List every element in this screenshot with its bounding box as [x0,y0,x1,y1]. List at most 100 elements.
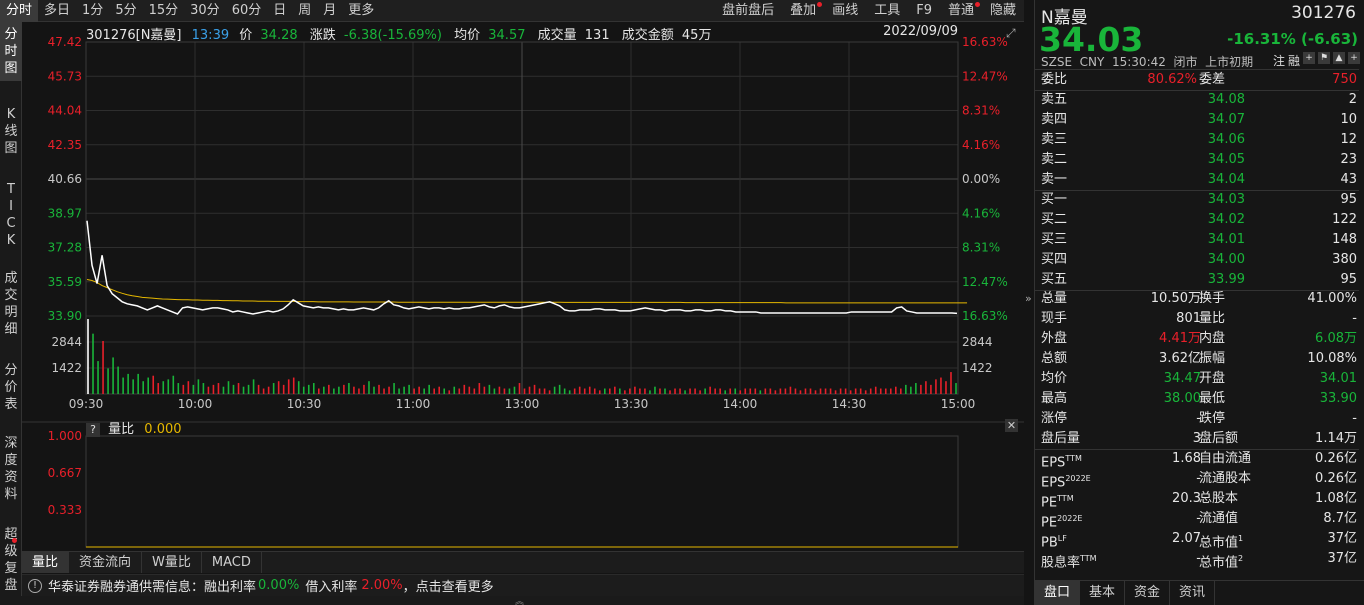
new-badge [12,538,17,543]
meta-icon-5[interactable]: + [1348,52,1360,64]
time-tick: 09:30 [69,397,104,411]
period-tab-7[interactable]: 日 [267,0,292,22]
bid-label: 买四 [1041,252,1068,267]
toolbar-action-4[interactable]: F9 [908,0,940,22]
stat-label: 最高 [1041,391,1068,406]
stat-row: 总额 3.62亿 振幅 10.08% [1035,349,1359,369]
fundamental-row: PETTM 20.3 总股本 1.08亿 [1035,489,1359,510]
view-tab-0[interactable]: 分时图 [0,22,22,81]
sub-chart-border [85,435,959,548]
status-text-2: 借入利率 [305,580,358,595]
avg-price-line [86,279,968,304]
fund-label-sup: 2 [1238,554,1244,563]
panel-tab-1[interactable]: 基本 [1080,581,1126,605]
toolbar-action-6[interactable]: 隐藏 [982,0,1024,22]
ask-label: 卖一 [1041,172,1068,187]
status-rate-1: 0.00% [258,578,300,593]
bid-price: 34.02 [1207,212,1245,227]
toolbar-action-2[interactable]: 画线 [824,0,866,22]
period-tab-0[interactable]: 分时 [0,0,39,22]
toolbar-action-3[interactable]: 工具 [866,0,908,22]
period-tab-5[interactable]: 30分 [184,0,226,22]
toolbar-action-0[interactable]: 盘前盘后 [714,0,782,22]
period-tab-10[interactable]: 更多 [342,0,380,22]
meta-icon-2[interactable]: + [1303,52,1315,64]
panel-tab-0[interactable]: 盘口 [1035,581,1081,605]
period-tab-1[interactable]: 多日 [38,0,76,22]
meta-icon-4[interactable]: ▲ [1333,52,1345,64]
info-change-label: 涨跌 [309,28,336,43]
view-tab-2[interactable]: TICK [0,177,22,253]
price-tick: 37.28 [48,241,82,255]
help-icon[interactable]: ? [86,423,100,437]
view-tab-1[interactable]: K线图 [0,102,22,161]
period-tab-4[interactable]: 15分 [143,0,185,22]
time-tick: 10:00 [178,397,213,411]
indicator-tabs: 量比 资金流向 W量比 MACD [22,551,1024,573]
fundamental-row: PBLF 2.07 总市值1 37亿 [1035,529,1359,550]
period-tab-2[interactable]: 1分 [76,0,109,22]
panel-collapse-gutter[interactable]: » [1024,0,1034,605]
bottom-strip: ︽ [0,596,1024,605]
indicator-tab-1[interactable]: 资金流向 [69,552,143,573]
period-tab-3[interactable]: 5分 [109,0,142,22]
bid-price: 34.00 [1207,252,1245,267]
view-tab-4[interactable]: 分价表 [0,358,22,417]
meta-icon-0[interactable]: 注 [1273,52,1285,69]
period-tab-6[interactable]: 60分 [226,0,268,22]
meta-icon-1[interactable]: 融 [1288,52,1300,69]
indicator-tab-2[interactable]: W量比 [142,552,202,573]
time-tick: 14:00 [723,397,758,411]
info-code: 301276[N嘉曼] [86,28,182,43]
view-tab-6[interactable]: 超级复盘 [0,522,22,598]
vol-tick: 1422 [962,361,993,375]
stat-row: 总量 10.50万 换手 41.00% [1035,289,1359,309]
meta-icon-3[interactable]: ⚑ [1318,52,1330,64]
panel-tab-3[interactable]: 资讯 [1170,581,1216,605]
toolbar-action-1[interactable]: 叠加 [782,0,824,22]
quote-panel: N嘉曼 301276 34.03 -16.31% (-6.63) SZSE CN… [1034,0,1364,605]
fundamental-row: EPS2022E - 流通股本 0.26亿 [1035,469,1359,490]
stock-code: 301276 [1291,3,1356,23]
intraday-chart[interactable]: 47.42 16.63% 45.73 12.47% 44.04 8.31% 42.35 4.1… [22,22,1024,572]
indicator-tab-3[interactable]: MACD [202,552,262,573]
ask-row: 卖二 34.05 23 [1035,150,1359,170]
close-icon[interactable]: ✕ [1005,419,1018,432]
expand-icon[interactable]: ⤢ [1006,26,1020,40]
ask-volume: 12 [1340,132,1357,147]
stat-label: 均价 [1041,371,1068,386]
fund-label-sup: LF [1057,534,1067,543]
stat-label: 量比 [1199,311,1226,326]
info-avg: 34.57 [488,28,526,43]
chart-canvas[interactable]: 47.42 16.63% 45.73 12.47% 44.04 8.31% 42.35 4.1… [22,22,1024,552]
fund-value: 1.68 [1172,451,1201,466]
period-tab-8[interactable]: 周 [292,0,317,22]
stat-label: 换手 [1199,291,1226,306]
info-icon: ! [28,578,42,593]
price-tick: 38.97 [48,206,82,220]
ratio-tick: 1.000 [48,429,82,443]
chevron-up-icon[interactable]: ︽ [515,594,524,605]
view-tab-5[interactable]: 深度资料 [0,431,22,507]
bid-volume: 95 [1340,192,1357,207]
status-bar[interactable]: ! 华泰证券融券通供需信息：融出利率 0.00% 借入利率 2.00% ，点击查… [22,574,1024,596]
toolbar-action-5[interactable]: 普通 [940,0,982,22]
ask-price: 34.07 [1207,112,1245,127]
stat-label: 外盘 [1041,331,1068,346]
ask-label: 卖四 [1041,112,1068,127]
indicator-tab-0[interactable]: 量比 [22,552,70,573]
chevron-right-icon[interactable]: » [1025,292,1032,305]
info-amount: 45万 [681,28,712,43]
period-tab-9[interactable]: 月 [317,0,342,22]
view-tab-3[interactable]: 成交明细 [0,266,22,342]
fundamental-row: PE2022E - 流通值 8.7亿 [1035,509,1359,530]
ask-row: 卖四 34.07 10 [1035,110,1359,130]
stat-label: 涨停 [1041,411,1068,426]
time-tick: 13:30 [614,397,649,411]
fund-value: 8.7亿 [1323,511,1357,526]
panel-tab-2[interactable]: 资金 [1125,581,1171,605]
panel-tabs: 盘口 基本 资金 资讯 [1035,580,1364,605]
bid-volume: 122 [1332,212,1357,227]
status-text-3[interactable]: ，点击查看更多 [403,576,494,595]
info-vol: 131 [584,28,610,43]
